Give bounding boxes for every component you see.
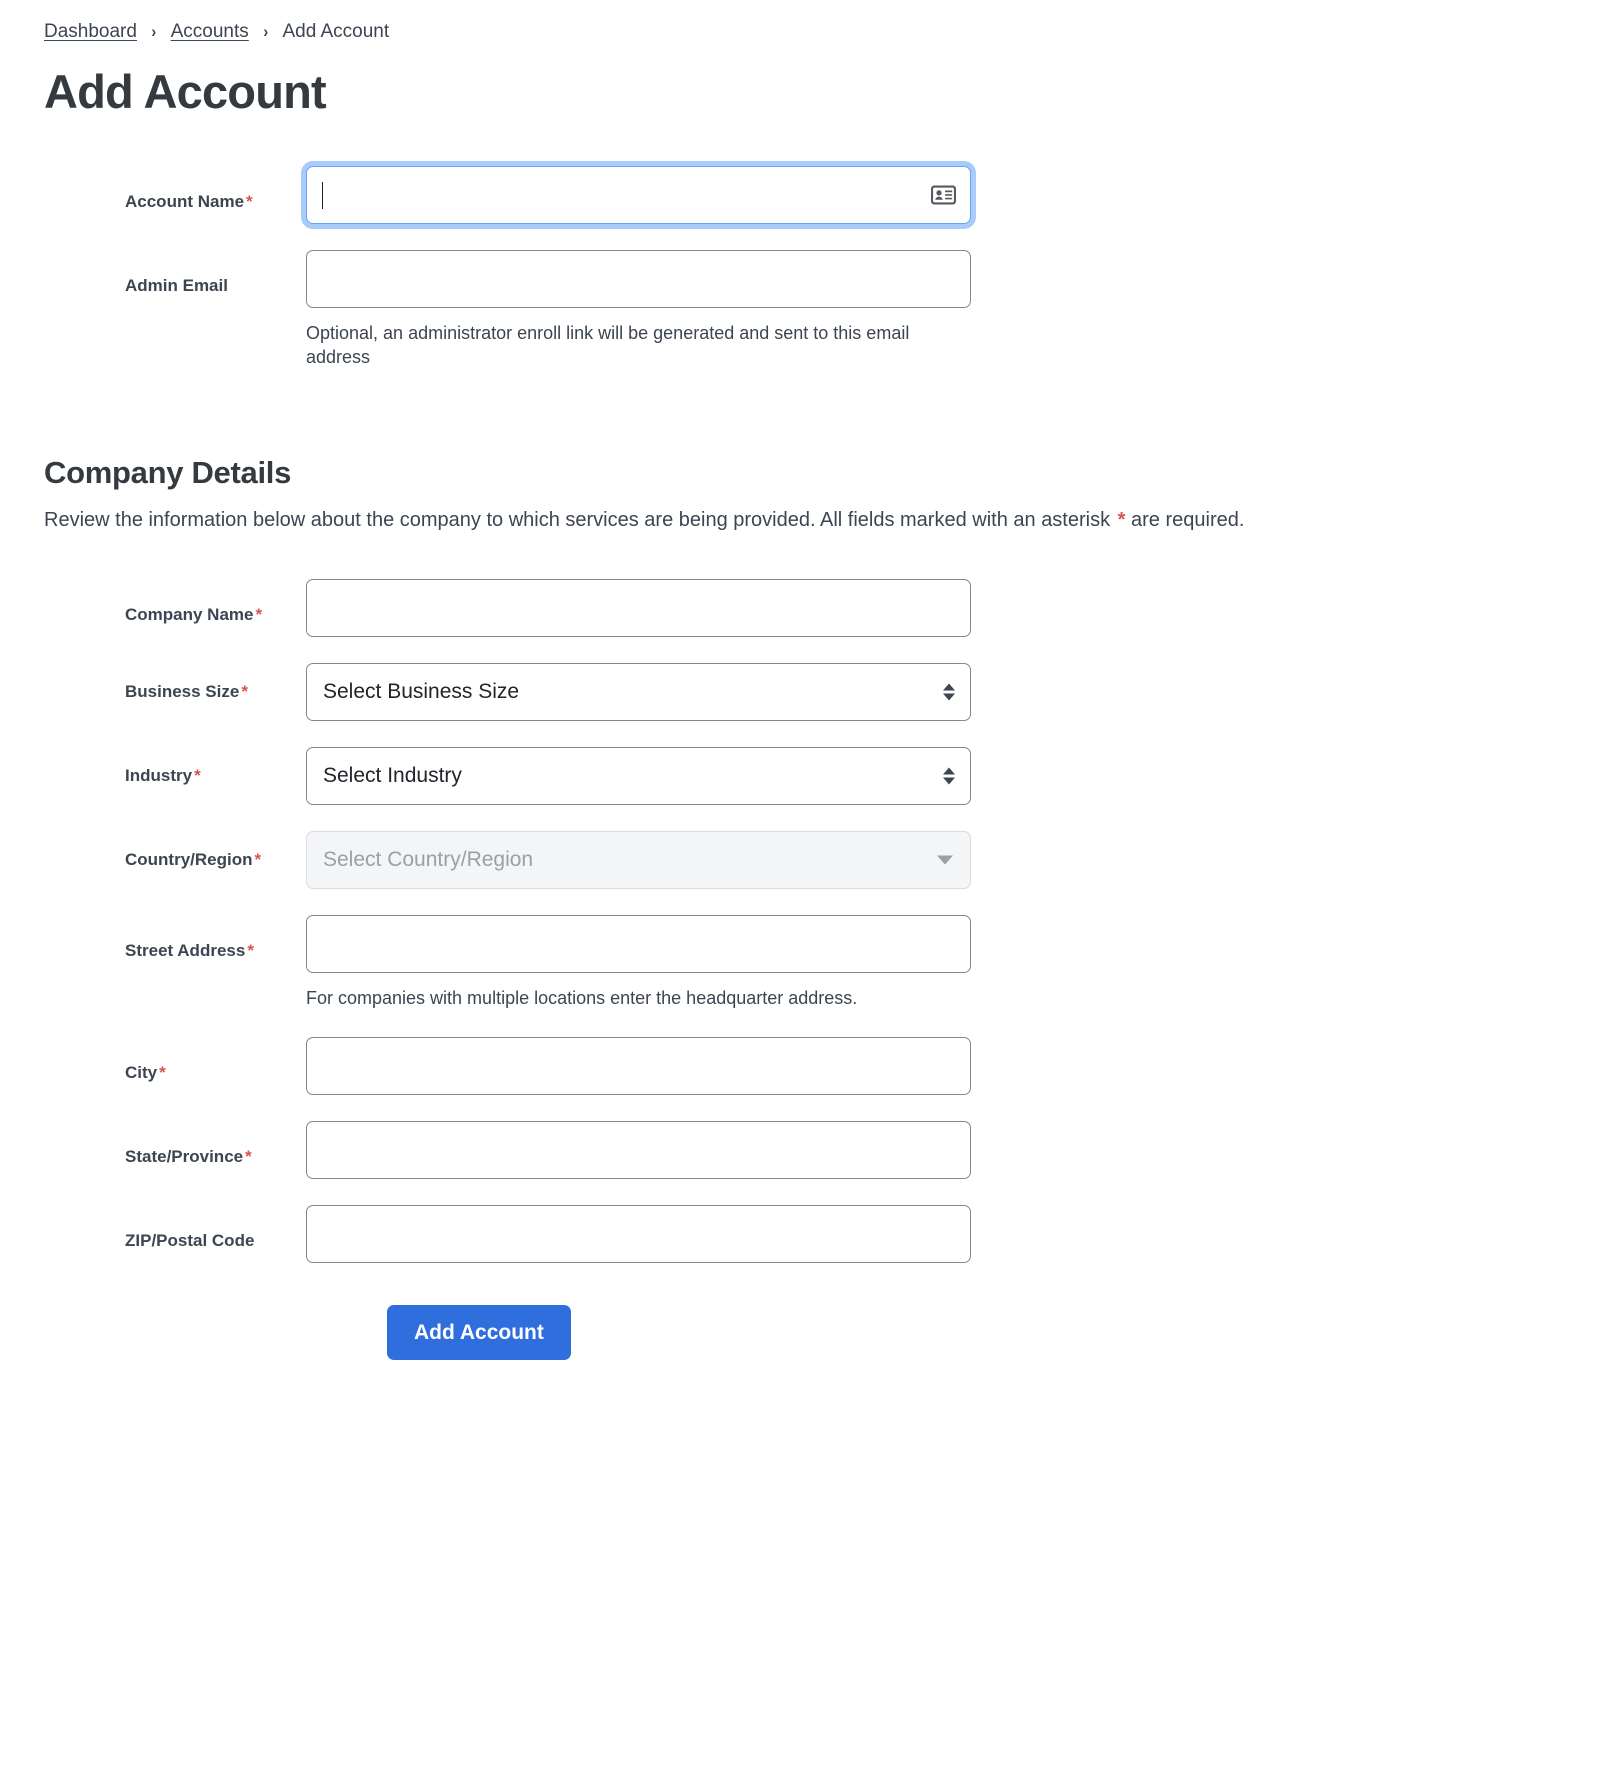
- business-size-control: Select Business Size: [306, 663, 971, 722]
- state-province-input-wrap: [306, 1120, 971, 1179]
- city-label-text: City: [125, 1062, 158, 1082]
- city-input[interactable]: [306, 1036, 971, 1095]
- account-name-input[interactable]: [306, 165, 971, 224]
- form-row-company-name: Company Name *: [44, 579, 1554, 638]
- contact-card-icon[interactable]: [930, 185, 957, 205]
- required-asterisk: *: [245, 1146, 252, 1166]
- description-part-2: are required.: [1125, 509, 1245, 532]
- business-size-label: Business Size *: [44, 663, 306, 700]
- company-name-input-wrap: [306, 579, 971, 638]
- required-asterisk: *: [194, 766, 201, 786]
- form-row-state-province: State/Province *: [44, 1120, 1554, 1179]
- zip-postal-code-label: ZIP/Postal Code: [44, 1205, 306, 1249]
- zip-postal-code-label-text: ZIP/Postal Code: [125, 1230, 255, 1250]
- street-address-input-wrap: [306, 915, 971, 974]
- business-size-label-text: Business Size: [125, 682, 240, 702]
- account-name-input-wrap: [306, 165, 971, 224]
- country-region-select-wrap: Select Country/Region: [306, 831, 971, 890]
- account-name-control: [306, 165, 971, 224]
- text-caret: [322, 181, 323, 209]
- state-province-label: State/Province *: [44, 1121, 306, 1165]
- country-region-selected-value: Select Country/Region: [323, 848, 534, 872]
- admin-email-help-text: Optional, an administrator enroll link w…: [306, 322, 910, 368]
- company-name-label: Company Name *: [44, 579, 306, 623]
- business-size-select[interactable]: Select Business Size: [306, 663, 971, 722]
- city-input-wrap: [306, 1036, 971, 1095]
- form-row-admin-email: Admin Email Optional, an administrator e…: [44, 249, 1554, 370]
- breadcrumb-item-accounts[interactable]: Accounts: [171, 22, 249, 41]
- account-name-label-text: Account Name: [125, 191, 245, 211]
- admin-email-input-wrap: [306, 249, 971, 308]
- form-row-account-name: Account Name *: [44, 165, 1554, 224]
- form-row-street-address: Street Address * For companies with multi…: [44, 915, 1554, 1010]
- admin-email-label: Admin Email: [44, 250, 306, 294]
- street-address-help-text: For companies with multiple locations en…: [306, 988, 858, 1009]
- street-address-label-text: Street Address: [125, 941, 246, 961]
- required-asterisk: *: [241, 682, 248, 702]
- form-row-business-size: Business Size * Select Business Size: [44, 663, 1554, 722]
- company-details-description: Review the information below about the c…: [44, 507, 1554, 533]
- street-address-control: For companies with multiple locations en…: [306, 915, 971, 1010]
- required-asterisk: *: [255, 605, 263, 625]
- industry-label-text: Industry: [125, 766, 193, 786]
- zip-postal-code-input[interactable]: [306, 1204, 971, 1263]
- required-asterisk: *: [246, 191, 253, 211]
- country-region-select[interactable]: Select Country/Region: [306, 831, 971, 890]
- state-province-label-text: State/Province: [125, 1146, 244, 1166]
- form-row-city: City *: [44, 1036, 1554, 1095]
- zip-postal-code-control: [306, 1204, 971, 1263]
- description-part-1: Review the information below about the c…: [44, 509, 1116, 532]
- country-region-control: Select Country/Region: [306, 831, 971, 890]
- add-account-button[interactable]: Add Account: [387, 1304, 571, 1360]
- industry-label: Industry *: [44, 747, 306, 784]
- street-address-label: Street Address *: [44, 915, 306, 959]
- country-region-label-text: Country/Region: [125, 850, 253, 870]
- breadcrumb: Dashboard › Accounts › Add Account: [44, 22, 1554, 41]
- required-asterisk: *: [254, 850, 262, 870]
- admin-email-label-text: Admin Email: [125, 275, 228, 295]
- chevron-right-icon: ›: [263, 22, 269, 41]
- breadcrumb-item-dashboard[interactable]: Dashboard: [44, 22, 137, 41]
- city-label: City *: [44, 1037, 306, 1081]
- form-row-zip-postal-code: ZIP/Postal Code: [44, 1204, 1554, 1263]
- state-province-control: [306, 1120, 971, 1179]
- industry-select[interactable]: Select Industry: [306, 747, 971, 806]
- industry-selected-value: Select Industry: [323, 764, 462, 788]
- country-region-label: Country/Region *: [44, 831, 306, 868]
- chevron-right-icon: ›: [151, 22, 157, 41]
- form-row-country-region: Country/Region * Select Country/Region: [44, 831, 1554, 890]
- industry-select-wrap: Select Industry: [306, 747, 971, 806]
- company-name-input[interactable]: [306, 579, 971, 638]
- page-title: Add Account: [44, 65, 327, 118]
- add-account-page: Dashboard › Accounts › Add Account Add A…: [0, 0, 1598, 1360]
- industry-control: Select Industry: [306, 747, 971, 806]
- breadcrumb-item-add-account: Add Account: [282, 21, 390, 42]
- company-name-label-text: Company Name: [125, 605, 254, 625]
- state-province-input[interactable]: [306, 1120, 971, 1179]
- account-name-label: Account Name *: [44, 166, 306, 210]
- business-size-selected-value: Select Business Size: [323, 680, 520, 704]
- business-size-select-wrap: Select Business Size: [306, 663, 971, 722]
- required-asterisk: *: [247, 941, 254, 961]
- company-name-control: [306, 579, 971, 638]
- city-control: [306, 1036, 971, 1095]
- admin-email-input[interactable]: [306, 249, 971, 308]
- admin-email-control: Optional, an administrator enroll link w…: [306, 249, 971, 370]
- zip-postal-code-input-wrap: [306, 1204, 971, 1263]
- submit-row: Add Account: [44, 1304, 1554, 1360]
- street-address-input[interactable]: [306, 915, 971, 974]
- required-asterisk: *: [159, 1062, 166, 1082]
- form-row-industry: Industry * Select Industry: [44, 747, 1554, 806]
- company-details-title: Company Details: [44, 455, 292, 491]
